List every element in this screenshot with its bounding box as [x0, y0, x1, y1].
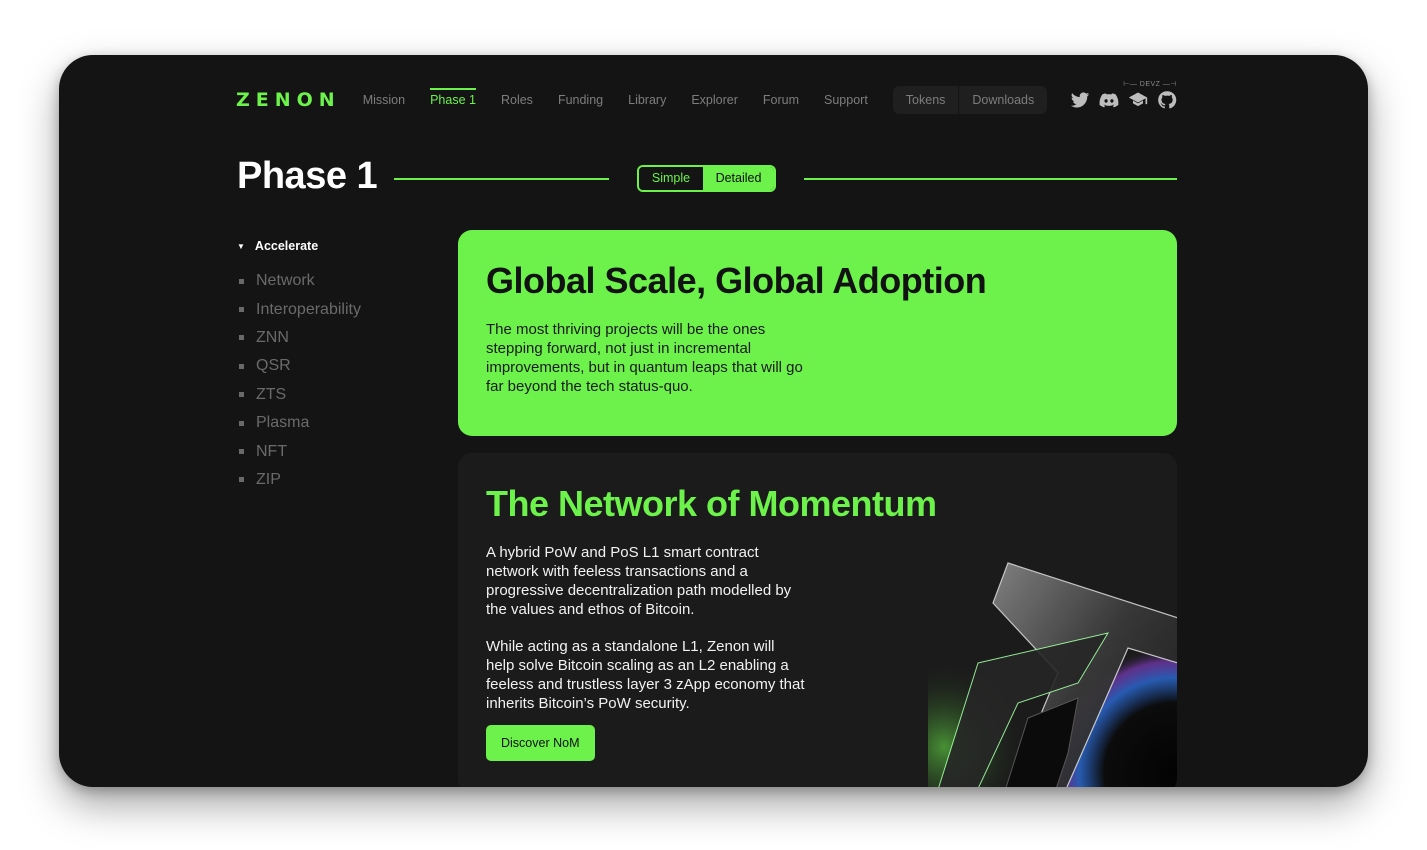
nav-link-mission[interactable]: Mission	[363, 93, 405, 107]
network-body-2: While acting as a standalone L1, Zenon w…	[486, 638, 805, 712]
sidebar-item-zip[interactable]: ZIP	[237, 466, 437, 494]
bullet-icon	[239, 307, 244, 313]
github-icon[interactable]	[1157, 90, 1177, 110]
nav-link-funding[interactable]: Funding	[558, 93, 603, 107]
view-toggle: Simple Detailed	[637, 165, 776, 192]
nav-link-support[interactable]: Support	[824, 93, 868, 107]
sidebar-section-accelerate[interactable]: ▼ Accelerate	[237, 239, 437, 253]
nav-link-explorer[interactable]: Explorer	[691, 93, 738, 107]
page-title: Phase 1	[237, 155, 378, 197]
sidebar-item-label: ZTS	[256, 385, 287, 403]
network-title: The Network of Momentum	[486, 483, 937, 524]
sidebar-item-label: QSR	[256, 357, 291, 375]
devz-label: ⊢— DEVZ —⊣	[1123, 81, 1177, 88]
bullet-icon	[239, 363, 244, 369]
sidebar-item-nft[interactable]: NFT	[237, 437, 437, 465]
momentum-arrow-graphic	[928, 562, 1177, 787]
nav-link-roles[interactable]: Roles	[501, 93, 533, 107]
sidebar-item-qsr[interactable]: QSR	[237, 352, 437, 380]
sidebar-item-interoperability[interactable]: Interoperability	[237, 295, 437, 323]
nav-link-phase-1[interactable]: Phase 1	[430, 88, 476, 107]
sidebar-section-label: Accelerate	[254, 239, 319, 253]
devz-icon[interactable]	[1128, 90, 1148, 110]
devz-label-text: DEVZ	[1139, 81, 1161, 88]
title-divider-left	[394, 178, 609, 180]
global-scale-body: The most thriving projects will be the o…	[486, 321, 803, 395]
sidebar-item-label: ZNN	[256, 328, 289, 346]
sidebar-item-network[interactable]: Network	[237, 267, 437, 295]
sidebar-item-label: ZIP	[256, 470, 281, 488]
nav-link-forum[interactable]: Forum	[763, 93, 799, 107]
sidebar: ▼ Accelerate Network Interoperability ZN…	[237, 239, 437, 494]
bullet-icon	[239, 477, 244, 483]
caret-down-icon: ▼	[237, 241, 245, 251]
bullet-icon	[239, 449, 244, 455]
social-links: ⊢— DEVZ —⊣	[1070, 81, 1177, 110]
sidebar-item-label: Plasma	[256, 414, 310, 432]
discord-icon[interactable]	[1099, 90, 1119, 110]
bullet-icon	[239, 335, 244, 341]
bullet-icon	[239, 420, 244, 426]
sidebar-item-zts[interactable]: ZTS	[237, 381, 437, 409]
bullet-icon	[239, 278, 244, 284]
sidebar-item-label: NFT	[256, 442, 288, 460]
zenon-logo[interactable]: ZENON	[236, 89, 341, 111]
nav-link-library[interactable]: Library	[628, 93, 666, 107]
twitter-icon[interactable]	[1070, 90, 1090, 110]
bullet-icon	[239, 392, 244, 398]
discover-nom-button[interactable]: Discover NoM	[486, 725, 595, 761]
sidebar-item-znn[interactable]: ZNN	[237, 324, 437, 352]
sidebar-item-label: Interoperability	[256, 300, 361, 318]
sidebar-item-plasma[interactable]: Plasma	[237, 409, 437, 437]
toggle-detailed[interactable]: Detailed	[703, 167, 774, 190]
toggle-simple[interactable]: Simple	[639, 167, 703, 190]
global-scale-card: Global Scale, Global Adoption The most t…	[458, 230, 1177, 436]
nav-tokens-button[interactable]: Tokens	[893, 86, 959, 114]
nav-downloads-button[interactable]: Downloads	[958, 86, 1047, 114]
sidebar-item-label: Network	[256, 272, 315, 290]
network-of-momentum-card: The Network of Momentum A hybrid PoW and…	[458, 453, 1177, 787]
app-window: ZENON Mission Phase 1 Roles Funding Libr…	[59, 55, 1368, 787]
nav-pill-group: Tokens Downloads	[892, 86, 1048, 114]
global-scale-title: Global Scale, Global Adoption	[486, 260, 987, 301]
title-divider-right	[804, 178, 1177, 180]
network-body-1: A hybrid PoW and PoS L1 smart contract n…	[486, 544, 792, 618]
top-nav: ZENON Mission Phase 1 Roles Funding Libr…	[236, 81, 1177, 115]
